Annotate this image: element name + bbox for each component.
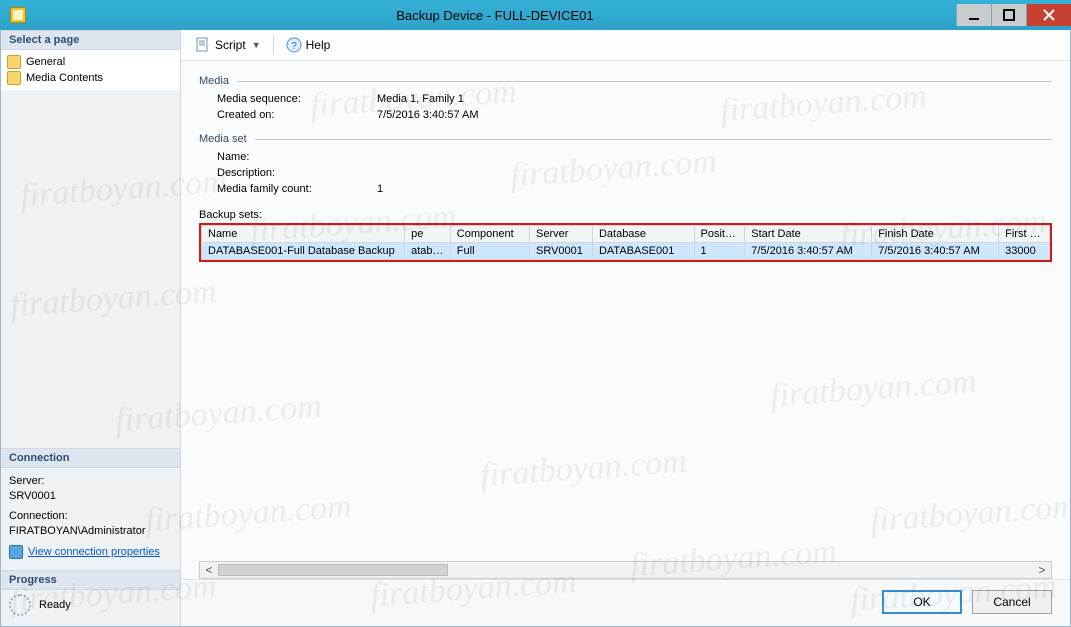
cell-name: DATABASE001-Full Database Backup: [202, 243, 405, 260]
col-header-server[interactable]: Server: [530, 226, 593, 243]
script-button-label: Script: [215, 38, 246, 52]
sidebar: Select a page General Media Contents Con…: [1, 30, 181, 626]
media-created-value: 7/5/2016 3:40:57 AM: [377, 109, 479, 121]
media-sequence-value: Media 1, Family 1: [377, 93, 464, 105]
server-value: SRV0001: [9, 490, 172, 502]
svg-text:?: ?: [291, 41, 297, 52]
ok-button[interactable]: OK: [882, 590, 962, 614]
help-icon: ?: [286, 37, 302, 53]
scroll-thumb[interactable]: [218, 564, 448, 576]
sidebar-item-label: Media Contents: [26, 72, 103, 84]
sidebar-item-media-contents[interactable]: Media Contents: [7, 70, 174, 86]
sidebar-header-select-page: Select a page: [1, 30, 180, 50]
connection-value: FIRATBOYAN\Administrator: [9, 525, 172, 537]
cell-pe: atabase: [405, 243, 451, 260]
cell-position: 1: [694, 243, 745, 260]
cancel-button[interactable]: Cancel: [972, 590, 1052, 614]
page-icon: [7, 71, 21, 85]
sidebar-header-progress: Progress: [1, 570, 180, 590]
mediaset-group-title: Media set: [199, 133, 247, 145]
col-header-component[interactable]: Component: [450, 226, 529, 243]
server-label: Server:: [9, 475, 172, 487]
col-header-start[interactable]: Start Date: [745, 226, 872, 243]
window-minimize-button[interactable]: [956, 4, 991, 26]
backup-sets-table-wrap: Name pe Component Server Database Positi…: [199, 223, 1052, 262]
script-button[interactable]: Script ▼: [191, 36, 265, 54]
media-created-label: Created on:: [217, 109, 377, 121]
progress-spinner-icon: [9, 594, 31, 616]
cell-component: Full: [450, 243, 529, 260]
sidebar-header-connection: Connection: [1, 448, 180, 468]
content-area: Script ▼ ? Help Media Media sequence:Med…: [181, 30, 1070, 626]
scroll-left-arrow-icon[interactable]: <: [200, 563, 218, 577]
cancel-button-label: Cancel: [993, 595, 1030, 609]
media-group-title: Media: [199, 75, 229, 87]
ok-button-label: OK: [913, 595, 930, 609]
col-header-position[interactable]: Position: [694, 226, 745, 243]
cell-start: 7/5/2016 3:40:57 AM: [745, 243, 872, 260]
connection-properties-icon: [9, 545, 23, 559]
mediaset-count-value: 1: [377, 183, 383, 195]
horizontal-scrollbar[interactable]: < >: [199, 561, 1052, 579]
col-header-first-lsn[interactable]: First LS: [999, 226, 1050, 243]
progress-status: Ready: [39, 599, 71, 611]
cell-server: SRV0001: [530, 243, 593, 260]
chevron-down-icon: ▼: [252, 40, 261, 50]
help-button[interactable]: ? Help: [282, 36, 335, 54]
sidebar-item-label: General: [26, 56, 65, 68]
mediaset-desc-label: Description:: [217, 167, 377, 179]
col-header-name[interactable]: Name: [202, 226, 405, 243]
window-maximize-button[interactable]: [991, 4, 1026, 26]
scroll-track[interactable]: [218, 564, 1033, 576]
cell-first-lsn: 33000: [999, 243, 1050, 260]
help-button-label: Help: [306, 38, 331, 52]
media-sequence-label: Media sequence:: [217, 93, 377, 105]
connection-label: Connection:: [9, 510, 172, 522]
table-row[interactable]: DATABASE001-Full Database Backup atabase…: [202, 243, 1050, 260]
sidebar-item-general[interactable]: General: [7, 54, 174, 70]
title-bar: Backup Device - FULL-DEVICE01: [0, 0, 1071, 30]
app-icon: [10, 7, 26, 23]
cell-finish: 7/5/2016 3:40:57 AM: [872, 243, 999, 260]
scroll-right-arrow-icon[interactable]: >: [1033, 563, 1051, 577]
page-icon: [7, 55, 21, 69]
backup-sets-table[interactable]: Name pe Component Server Database Positi…: [201, 225, 1050, 260]
window-close-button[interactable]: [1026, 4, 1071, 26]
backup-sets-label: Backup sets:: [199, 209, 1052, 221]
col-header-finish[interactable]: Finish Date: [872, 226, 999, 243]
cell-database: DATABASE001: [592, 243, 694, 260]
window-title: Backup Device - FULL-DEVICE01: [34, 8, 956, 23]
script-icon: [195, 37, 211, 53]
mediaset-name-label: Name:: [217, 151, 377, 163]
col-header-pe[interactable]: pe: [405, 226, 451, 243]
mediaset-count-label: Media family count:: [217, 183, 377, 195]
col-header-database[interactable]: Database: [592, 226, 694, 243]
toolbar: Script ▼ ? Help: [181, 30, 1070, 61]
view-connection-properties-link[interactable]: View connection properties: [28, 546, 160, 558]
